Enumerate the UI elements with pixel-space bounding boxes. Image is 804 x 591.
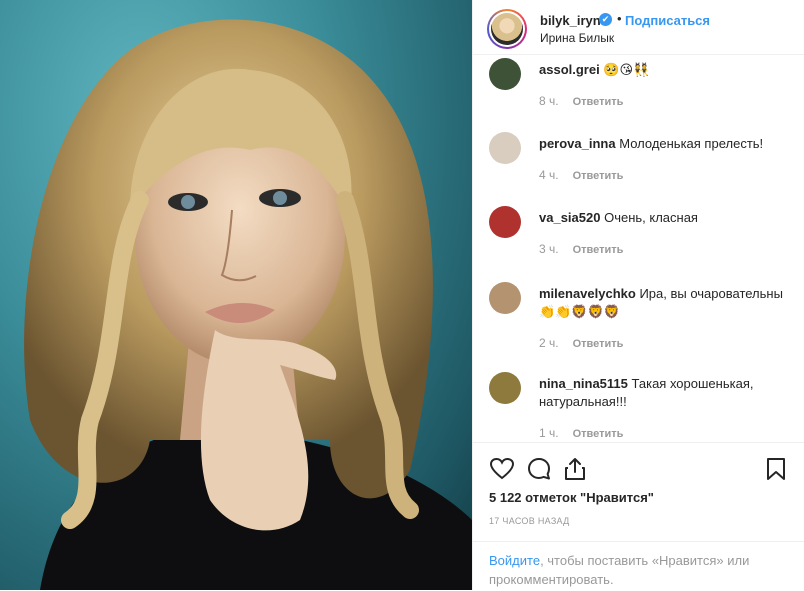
comment-avatar[interactable] <box>489 282 521 314</box>
post-side-panel: bilyk_iryna ✔ • Подписаться Ирина Билык … <box>472 0 804 590</box>
login-prompt: Войдите, чтобы поставить «Нравится» или … <box>473 541 804 591</box>
comment-username[interactable]: nina_nina5115 <box>539 376 628 391</box>
reply-button[interactable]: Ответить <box>573 428 624 440</box>
comment-time: 8 ч. <box>539 94 559 108</box>
post-header: bilyk_iryna ✔ • Подписаться Ирина Билык <box>473 0 804 55</box>
comment-time: 4 ч. <box>539 168 559 182</box>
post-timestamp[interactable]: 17 ЧАСОВ НАЗАД <box>489 516 570 526</box>
reply-button[interactable]: Ответить <box>573 244 624 256</box>
reply-button[interactable]: Ответить <box>573 170 624 182</box>
share-icon[interactable] <box>562 456 588 482</box>
likes-count[interactable]: 5 122 отметок "Нравится" <box>489 490 654 505</box>
comment-text: Молоденькая прелесть! <box>619 136 764 151</box>
heart-icon[interactable] <box>489 456 515 482</box>
comment-avatar[interactable] <box>489 206 521 238</box>
verified-badge-icon: ✔ <box>599 13 612 26</box>
comment-text: 🥺😘👯 <box>603 62 650 77</box>
comment-username[interactable]: va_sia520 <box>539 210 600 225</box>
comment-avatar[interactable] <box>489 58 521 90</box>
header-separator: • <box>617 11 622 26</box>
comment-username[interactable]: perova_inna <box>539 136 616 151</box>
comment-time: 2 ч. <box>539 336 559 350</box>
login-link[interactable]: Войдите <box>489 553 540 568</box>
follow-button[interactable]: Подписаться <box>625 13 710 28</box>
bookmark-icon[interactable] <box>763 456 789 482</box>
reply-button[interactable]: Ответить <box>573 338 624 350</box>
comment-username[interactable]: milenavelychko <box>539 286 636 301</box>
author-avatar[interactable] <box>487 9 527 49</box>
comment-text: Очень, класная <box>604 210 698 225</box>
reply-button[interactable]: Ответить <box>573 96 624 108</box>
comment-avatar[interactable] <box>489 132 521 164</box>
comments-list[interactable]: assol.grei 🥺😘👯 8 ч. Ответить perova_inna … <box>473 56 804 442</box>
instagram-post: bilyk_iryna ✔ • Подписаться Ирина Билык … <box>0 0 804 590</box>
comment-username[interactable]: assol.grei <box>539 62 600 77</box>
comment-avatar[interactable] <box>489 372 521 404</box>
author-username[interactable]: bilyk_iryna <box>540 13 608 28</box>
comment-time: 1 ч. <box>539 426 559 440</box>
comment-icon[interactable] <box>526 456 552 482</box>
portrait-illustration <box>24 19 472 590</box>
comment-time: 3 ч. <box>539 242 559 256</box>
post-actions: 5 122 отметок "Нравится" 17 ЧАСОВ НАЗАД … <box>473 442 804 590</box>
post-photo[interactable] <box>0 0 472 590</box>
author-full-name: Ирина Билык <box>540 31 615 45</box>
